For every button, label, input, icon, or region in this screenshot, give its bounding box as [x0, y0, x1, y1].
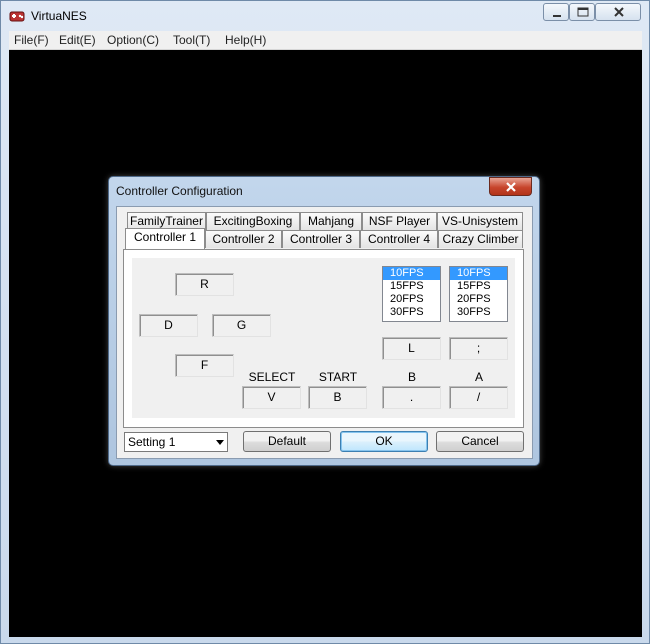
title-bar[interactable]: VirtuaNES: [1, 1, 649, 31]
cancel-button[interactable]: Cancel: [436, 431, 524, 452]
setting-select-value: Setting 1: [128, 435, 176, 449]
turbo-a-key[interactable]: ;: [449, 337, 508, 360]
tab-crazy-climber[interactable]: Crazy Climber: [438, 230, 523, 248]
ok-button[interactable]: OK: [340, 431, 428, 452]
dialog-close-button[interactable]: [489, 177, 532, 196]
b-key[interactable]: .: [382, 386, 441, 409]
setting-select[interactable]: Setting 1: [124, 432, 228, 452]
menu-file[interactable]: File(F): [14, 33, 49, 47]
menu-help[interactable]: Help(H): [225, 33, 266, 47]
default-button[interactable]: Default: [243, 431, 331, 452]
maximize-icon: [577, 7, 589, 17]
turbo-b-rate-option[interactable]: 15FPS: [383, 280, 440, 293]
minimize-icon: [553, 15, 561, 17]
turbo-b-rate-option[interactable]: 20FPS: [383, 293, 440, 306]
close-icon: [506, 182, 516, 192]
start-label: START: [318, 370, 358, 384]
turbo-b-rate-option[interactable]: 10FPS: [383, 267, 440, 280]
close-icon: [614, 7, 624, 17]
select-key[interactable]: V: [242, 386, 301, 409]
tab-controller-2[interactable]: Controller 2: [205, 230, 282, 248]
a-key[interactable]: /: [449, 386, 508, 409]
window-title: VirtuaNES: [31, 9, 87, 23]
nes-controller-icon: [9, 11, 25, 22]
tab-excitingboxing[interactable]: ExcitingBoxing: [206, 212, 300, 230]
tab-controller-1[interactable]: Controller 1: [125, 228, 205, 249]
turbo-b-key[interactable]: L: [382, 337, 441, 360]
tab-controller-3[interactable]: Controller 3: [282, 230, 360, 248]
turbo-a-rate-list[interactable]: 10FPS 15FPS 20FPS 30FPS: [449, 266, 508, 322]
close-button[interactable]: [595, 3, 641, 21]
turbo-a-rate-option[interactable]: 15FPS: [450, 280, 507, 293]
turbo-a-rate-option[interactable]: 20FPS: [450, 293, 507, 306]
chevron-down-icon: [216, 440, 224, 445]
menu-edit[interactable]: Edit(E): [59, 33, 96, 47]
start-key[interactable]: B: [308, 386, 367, 409]
turbo-a-rate-option[interactable]: 10FPS: [450, 267, 507, 280]
controller-config-dialog: Controller Configuration FamilyTrainer E…: [108, 176, 540, 466]
tab-mahjang[interactable]: Mahjang: [300, 212, 362, 230]
controller-1-panel: R D G F SELECT START B A V B . / L ; 10F…: [123, 249, 524, 428]
turbo-b-rate-option[interactable]: 30FPS: [383, 306, 440, 319]
turbo-b-rate-list[interactable]: 10FPS 15FPS 20FPS 30FPS: [382, 266, 441, 322]
minimize-button[interactable]: [543, 3, 569, 21]
menu-bar: File(F) Edit(E) Option(C) Tool(T) Help(H…: [9, 31, 642, 50]
tab-controller-4[interactable]: Controller 4: [360, 230, 438, 248]
dpad-up-key[interactable]: R: [175, 273, 234, 296]
controller-mapping-area: R D G F SELECT START B A V B . / L ; 10F…: [132, 258, 515, 418]
dpad-down-key[interactable]: F: [175, 354, 234, 377]
a-label: A: [474, 370, 483, 384]
tab-nsf-player[interactable]: NSF Player: [362, 212, 437, 230]
b-label: B: [407, 370, 416, 384]
dpad-right-key[interactable]: G: [212, 314, 271, 337]
select-label: SELECT: [248, 370, 296, 384]
dpad-left-key[interactable]: D: [139, 314, 198, 337]
dialog-body: FamilyTrainer ExcitingBoxing Mahjang NSF…: [116, 206, 533, 459]
tab-vs-unisystem[interactable]: VS-Unisystem: [437, 212, 523, 230]
menu-tool[interactable]: Tool(T): [173, 33, 210, 47]
menu-option[interactable]: Option(C): [107, 33, 159, 47]
maximize-button[interactable]: [569, 3, 595, 21]
turbo-a-rate-option[interactable]: 30FPS: [450, 306, 507, 319]
dialog-title: Controller Configuration: [116, 184, 243, 198]
